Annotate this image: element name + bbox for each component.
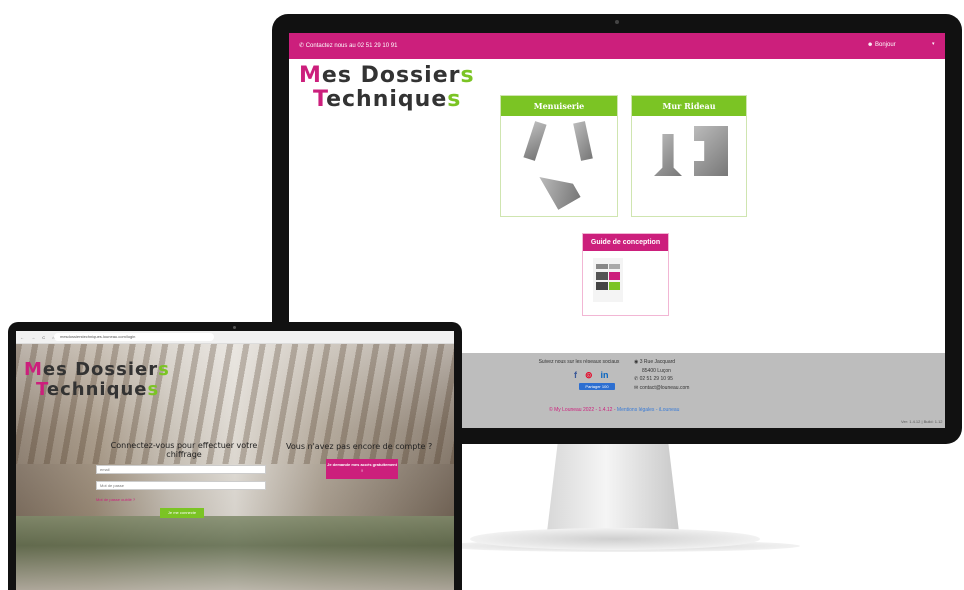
share-button[interactable]: Partager 100 — [579, 383, 615, 390]
bracket-image — [523, 121, 547, 161]
pinterest-icon[interactable]: ⊚ — [585, 370, 593, 381]
logo-letter-s2: s — [447, 87, 462, 112]
webcam — [615, 20, 619, 24]
user-greeting: Bonjour — [874, 42, 896, 48]
bracket-image — [573, 121, 593, 161]
logo-letter-s1: s — [158, 359, 170, 380]
url-bar[interactable]: mesdossierstechniques.louneau.com/login — [54, 333, 214, 341]
laptop-screen: ← → C ⌂ mesdossierstechniques.louneau.co… — [16, 331, 454, 590]
monitor-stand-neck — [547, 444, 679, 532]
facebook-icon[interactable]: f — [574, 370, 577, 381]
garden-ground — [16, 516, 454, 590]
email-field[interactable]: email — [96, 465, 266, 474]
legal-link[interactable]: Mentions légales - iLouneau — [617, 407, 680, 413]
chevron-down-icon[interactable]: ▾ — [932, 41, 935, 47]
social-icons: f ⊚ in — [574, 370, 609, 381]
laptop: ← → C ⌂ mesdossierstechniques.louneau.co… — [8, 322, 462, 590]
copyright: © My Louneau 2022 - 1.4.12 - Mentions lé… — [549, 407, 679, 413]
guide-thumbnail — [593, 258, 623, 302]
contact-phone-link[interactable]: ✆ Contactez nous au 02 51 29 10 91 — [299, 42, 397, 49]
laptop-webcam — [233, 326, 236, 329]
contact-text: Contactez nous au 02 51 29 10 91 — [305, 43, 398, 49]
social-label: Suivez nous sur les réseaux sociaux — [538, 359, 620, 365]
copyright-text: © My Louneau 2022 - 1.4.12 - — [549, 407, 616, 413]
logo-line2: echnique — [46, 379, 148, 400]
version-text: Ver: 1.4.12 | Build: 1.12 — [901, 419, 943, 424]
card-title-mur-rideau: Mur Rideau — [632, 96, 746, 116]
site-logo[interactable]: Mes Dossiers Techniques — [299, 65, 475, 111]
map-pin-icon: ◉ — [634, 359, 639, 365]
linkedin-icon[interactable]: in — [601, 370, 609, 381]
address-line2: 85400 Luçon — [642, 367, 671, 374]
signup-heading: Vous n'avez pas encore de compte ? — [286, 442, 433, 451]
user-menu[interactable]: ☻ Bonjour — [867, 42, 896, 48]
monitor-stand-base — [470, 528, 760, 550]
card-mur-rideau[interactable]: Mur Rideau — [631, 95, 747, 217]
bracket-image — [539, 164, 581, 210]
logo-letter-s1: s — [460, 63, 475, 88]
logo-letter-m: M — [299, 63, 322, 88]
logo-letter-s2: s — [147, 379, 160, 400]
logo-line1: es Dossier — [321, 63, 461, 88]
logo-line2: echnique — [326, 87, 448, 112]
logo-letter-t: T — [36, 379, 47, 400]
envelope-icon: ✉ — [634, 384, 639, 391]
top-bar: ✆ Contactez nous au 02 51 29 10 91 ☻ Bon… — [289, 33, 945, 59]
mockup-stage: ✆ Contactez nous au 02 51 29 10 91 ☻ Bon… — [0, 0, 964, 590]
forgot-password-link[interactable]: Mot de passe oublié ? — [96, 497, 135, 502]
contact-block: ◉ 3 Rue Jacquard 85400 Luçon ✆ 02 51 29 … — [634, 358, 689, 392]
logo-letter-m: M — [24, 359, 43, 380]
login-heading: Connectez-vous pour effectuer votre chif… — [110, 441, 258, 459]
phone-icon: ✆ — [634, 376, 639, 382]
site-logo[interactable]: Mes Dossiers Techniques — [24, 361, 170, 399]
address-line1: 3 Rue Jacquard — [639, 359, 676, 365]
request-access-button[interactable]: Je demande mes accès gratuitement ! — [326, 459, 398, 479]
bracket-image — [654, 134, 682, 176]
card-title-guide: Guide de conception — [583, 234, 668, 251]
logo-letter-t: T — [313, 87, 327, 112]
footer-email[interactable]: contact@louneau.com — [640, 385, 690, 391]
login-button[interactable]: Je me connecte — [160, 508, 204, 518]
browser-nav-icons[interactable]: ← → C ⌂ — [20, 335, 58, 340]
password-field[interactable]: Mot de passe — [96, 481, 266, 490]
bracket-image — [694, 126, 728, 176]
logo-line1: es Dossier — [42, 359, 159, 380]
card-menuiserie[interactable]: Menuiserie — [500, 95, 618, 217]
card-title-menuiserie: Menuiserie — [501, 96, 617, 116]
footer-phone[interactable]: 02 51 29 10 95 — [640, 376, 673, 382]
browser-toolbar: ← → C ⌂ mesdossierstechniques.louneau.co… — [16, 331, 454, 344]
card-guide-conception[interactable]: Guide de conception — [582, 233, 669, 316]
